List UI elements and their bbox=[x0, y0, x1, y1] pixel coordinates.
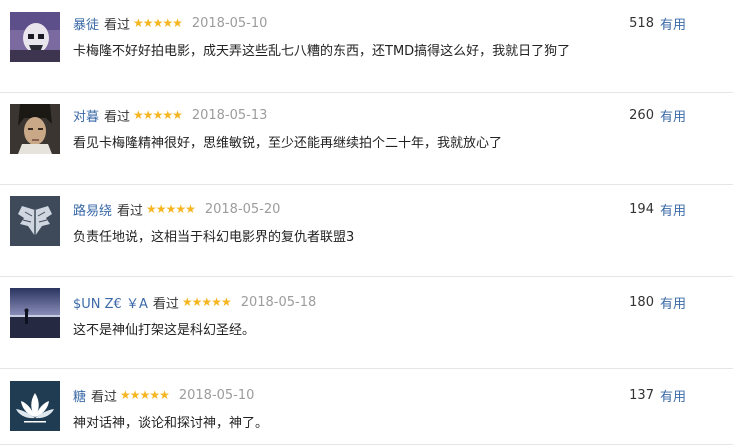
portrait-avatar[interactable] bbox=[10, 104, 60, 154]
star-icon: ★ bbox=[142, 16, 154, 30]
rating-stars: ★ ★ ★ ★ ★ bbox=[120, 388, 170, 402]
watch-status: 看过 bbox=[91, 389, 118, 405]
review-item: 糖 看过 ★ ★ ★ ★ ★ 2018-05-10 神对话神，谈论和探讨神，神了。 13… bbox=[0, 368, 733, 445]
lotus-avatar[interactable] bbox=[10, 381, 60, 431]
watch-status: 看过 bbox=[152, 296, 179, 312]
star-icon: ★ bbox=[120, 388, 131, 402]
useful-vote: 180 有用 bbox=[629, 292, 686, 312]
username-link[interactable]: $UN Z€ ￥A bbox=[73, 293, 148, 312]
rating-stars: ★ ★ ★ ★ ★ bbox=[133, 108, 183, 122]
review-date: 2018-05-10 bbox=[178, 387, 255, 403]
star-icon: ★ bbox=[155, 202, 167, 216]
username-link[interactable]: 糖 bbox=[73, 386, 86, 405]
star-icon: ★ bbox=[152, 108, 164, 122]
star-icon: ★ bbox=[149, 388, 160, 402]
star-icon: ★ bbox=[211, 295, 222, 309]
review-meta: 路易绕 看过 ★ ★ ★ ★ ★ 2018-05-20 bbox=[73, 199, 280, 219]
star-icon: ★ bbox=[220, 295, 232, 309]
star-icon: ★ bbox=[191, 295, 203, 309]
star-icon: ★ bbox=[162, 108, 173, 122]
star-icon: ★ bbox=[165, 202, 177, 216]
useful-count: 260 bbox=[629, 107, 654, 123]
review-content: 卡梅隆不好好拍电影，成天弄这些乱七八糟的东西，还TMD搞得这么好，我就日了狗了 bbox=[73, 44, 571, 59]
watch-status: 看过 bbox=[104, 17, 131, 33]
star-icon: ★ bbox=[152, 16, 164, 30]
star-icon: ★ bbox=[139, 388, 151, 402]
review-meta: 糖 看过 ★ ★ ★ ★ ★ 2018-05-10 bbox=[73, 385, 254, 405]
rating-stars: ★ ★ ★ ★ ★ bbox=[181, 295, 232, 309]
useful-vote: 260 有用 bbox=[629, 105, 686, 125]
useful-button[interactable]: 有用 bbox=[660, 386, 686, 405]
review-content: 负责任地说，这相当于科幻电影界的复仇者联盟3 bbox=[73, 230, 355, 245]
rating-stars: ★ ★ ★ ★ ★ bbox=[133, 16, 183, 30]
useful-button[interactable]: 有用 bbox=[660, 293, 686, 312]
wings-avatar[interactable] bbox=[10, 196, 60, 246]
review-date: 2018-05-10 bbox=[191, 15, 268, 31]
star-icon: ★ bbox=[142, 108, 154, 122]
star-icon: ★ bbox=[133, 16, 144, 30]
sunset-avatar[interactable] bbox=[10, 288, 60, 338]
review-item: 对暮 看过 ★ ★ ★ ★ ★ 2018-05-13 看见卡梅隆精神很好，思维敏锐，至少… bbox=[0, 92, 733, 185]
star-icon: ★ bbox=[175, 202, 186, 216]
useful-count: 137 bbox=[629, 387, 654, 403]
star-icon: ★ bbox=[133, 108, 144, 122]
useful-button[interactable]: 有用 bbox=[660, 200, 686, 219]
review-meta: 暴徒 看过 ★ ★ ★ ★ ★ 2018-05-10 bbox=[73, 13, 267, 33]
username-link[interactable]: 暴徒 bbox=[73, 14, 99, 33]
useful-vote: 518 有用 bbox=[629, 13, 686, 33]
star-icon: ★ bbox=[172, 16, 183, 30]
review-date: 2018-05-18 bbox=[240, 294, 317, 310]
useful-button[interactable]: 有用 bbox=[660, 106, 686, 125]
star-icon: ★ bbox=[181, 295, 193, 309]
star-icon: ★ bbox=[129, 388, 141, 402]
review-content: 这不是神仙打架这是科幻圣经。 bbox=[73, 323, 256, 338]
watch-status: 看过 bbox=[104, 109, 131, 125]
useful-count: 180 bbox=[629, 294, 654, 310]
useful-count: 518 bbox=[629, 15, 654, 31]
review-item: 路易绕 看过 ★ ★ ★ ★ ★ 2018-05-20 负责任地说，这相当于科幻电影界的… bbox=[0, 184, 733, 277]
star-icon: ★ bbox=[201, 295, 212, 309]
username-link[interactable]: 对暮 bbox=[73, 106, 99, 125]
star-icon: ★ bbox=[172, 108, 183, 122]
review-meta: $UN Z€ ￥A 看过 ★ ★ ★ ★ ★ 2018-05-18 bbox=[73, 292, 316, 312]
watch-status: 看过 bbox=[117, 203, 144, 219]
review-item: $UN Z€ ￥A 看过 ★ ★ ★ ★ ★ 2018-05-18 这不是神仙打架这是科… bbox=[0, 276, 733, 369]
rating-stars: ★ ★ ★ ★ ★ bbox=[146, 202, 196, 216]
username-link[interactable]: 路易绕 bbox=[73, 200, 112, 219]
star-icon: ★ bbox=[185, 202, 196, 216]
useful-button[interactable]: 有用 bbox=[660, 14, 686, 33]
star-icon: ★ bbox=[159, 388, 170, 402]
review-item: 暴徒 看过 ★ ★ ★ ★ ★ 2018-05-10 卡梅隆不好好拍电影，成天弄这些乱七… bbox=[0, 0, 733, 93]
useful-vote: 137 有用 bbox=[629, 385, 686, 405]
useful-vote: 194 有用 bbox=[629, 199, 686, 219]
review-date: 2018-05-13 bbox=[191, 107, 268, 123]
review-date: 2018-05-20 bbox=[204, 201, 281, 217]
review-content: 看见卡梅隆精神很好，思维敏锐，至少还能再继续拍个二十年，我就放心了 bbox=[73, 136, 503, 151]
review-meta: 对暮 看过 ★ ★ ★ ★ ★ 2018-05-13 bbox=[73, 105, 267, 125]
stormtrooper-avatar[interactable] bbox=[10, 12, 60, 62]
useful-count: 194 bbox=[629, 201, 654, 217]
star-icon: ★ bbox=[162, 16, 173, 30]
review-content: 神对话神，谈论和探讨神，神了。 bbox=[73, 416, 269, 431]
star-icon: ★ bbox=[146, 202, 157, 216]
